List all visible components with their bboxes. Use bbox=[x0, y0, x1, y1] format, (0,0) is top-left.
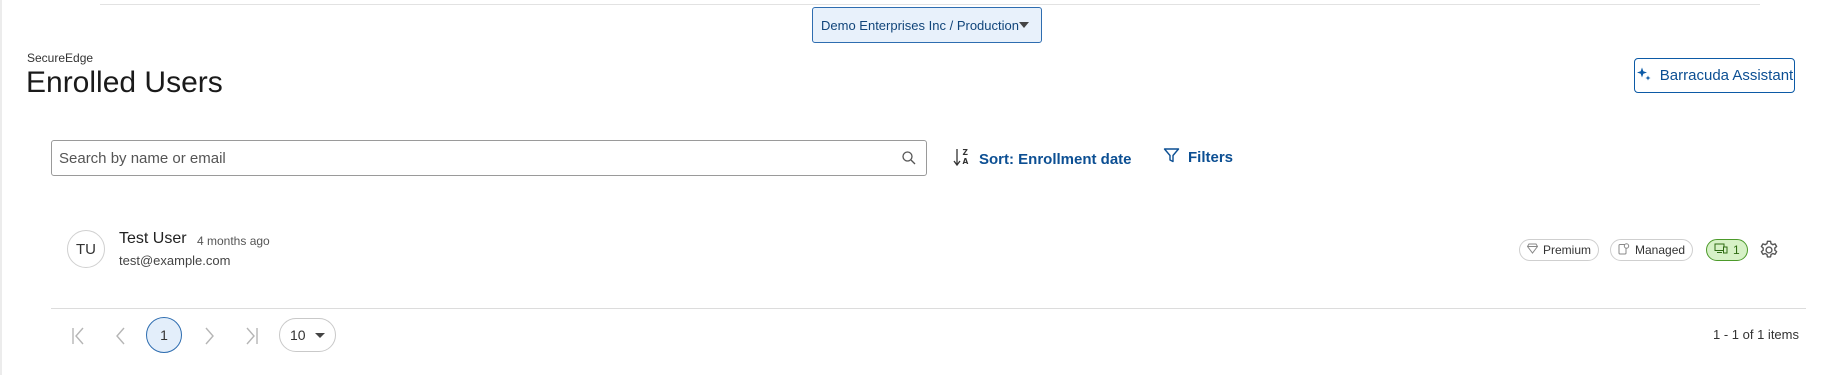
filter-icon bbox=[1163, 147, 1180, 168]
managed-badge: Managed bbox=[1610, 239, 1694, 261]
user-row[interactable]: TU Test User 4 months ago test@example.c… bbox=[51, 222, 1806, 282]
device-count: 1 bbox=[1733, 243, 1740, 257]
search-input[interactable] bbox=[52, 141, 879, 175]
enrollment-time: 4 months ago bbox=[197, 234, 270, 248]
avatar: TU bbox=[67, 230, 105, 268]
gear-icon[interactable] bbox=[1758, 239, 1780, 266]
search-box bbox=[51, 140, 927, 176]
premium-badge: Premium bbox=[1519, 239, 1600, 261]
current-page-button[interactable]: 1 bbox=[146, 317, 182, 353]
svg-text:Z: Z bbox=[963, 148, 969, 157]
left-border bbox=[0, 0, 2, 375]
user-name: Test User bbox=[119, 230, 187, 247]
barracuda-assistant-button[interactable]: Barracuda Assistant bbox=[1634, 58, 1795, 93]
sparkle-icon bbox=[1636, 66, 1652, 86]
first-page-icon[interactable] bbox=[65, 322, 93, 350]
page-title: Enrolled Users bbox=[26, 66, 223, 99]
filters-label: Filters bbox=[1188, 149, 1234, 166]
svg-text:A: A bbox=[963, 157, 969, 166]
tenant-selector[interactable]: Demo Enterprises Inc / Production bbox=[812, 7, 1042, 43]
next-page-icon[interactable] bbox=[195, 322, 223, 350]
devices-badge[interactable]: 1 bbox=[1706, 239, 1748, 261]
top-nav-strip bbox=[100, 0, 1760, 5]
caret-down-icon bbox=[314, 332, 325, 338]
page-size-value: 10 bbox=[290, 327, 306, 343]
page-size-select[interactable]: 10 bbox=[279, 318, 336, 352]
filters-button[interactable]: Filters bbox=[1163, 147, 1233, 168]
managed-label: Managed bbox=[1635, 243, 1686, 257]
devices-icon bbox=[1714, 243, 1728, 257]
user-email: test@example.com bbox=[119, 253, 231, 268]
barracuda-assistant-label: Barracuda Assistant bbox=[1659, 67, 1794, 84]
managed-device-icon bbox=[1618, 242, 1630, 258]
sort-button[interactable]: Z A Sort: Enrollment date bbox=[953, 147, 1132, 171]
diamond-icon bbox=[1526, 243, 1539, 257]
pagination-range: 1 - 1 of 1 items bbox=[1713, 327, 1799, 342]
tenant-selector-label: Demo Enterprises Inc / Production bbox=[821, 17, 1019, 33]
search-icon[interactable] bbox=[901, 150, 917, 171]
app-name: SecureEdge bbox=[27, 51, 94, 65]
chevron-down-icon bbox=[1019, 22, 1029, 28]
sort-label: Sort: Enrollment date bbox=[979, 150, 1132, 168]
sort-az-icon: Z A bbox=[953, 147, 971, 171]
last-page-icon[interactable] bbox=[237, 322, 265, 350]
previous-page-icon[interactable] bbox=[107, 322, 135, 350]
table-divider bbox=[51, 308, 1806, 309]
premium-label: Premium bbox=[1543, 243, 1592, 257]
